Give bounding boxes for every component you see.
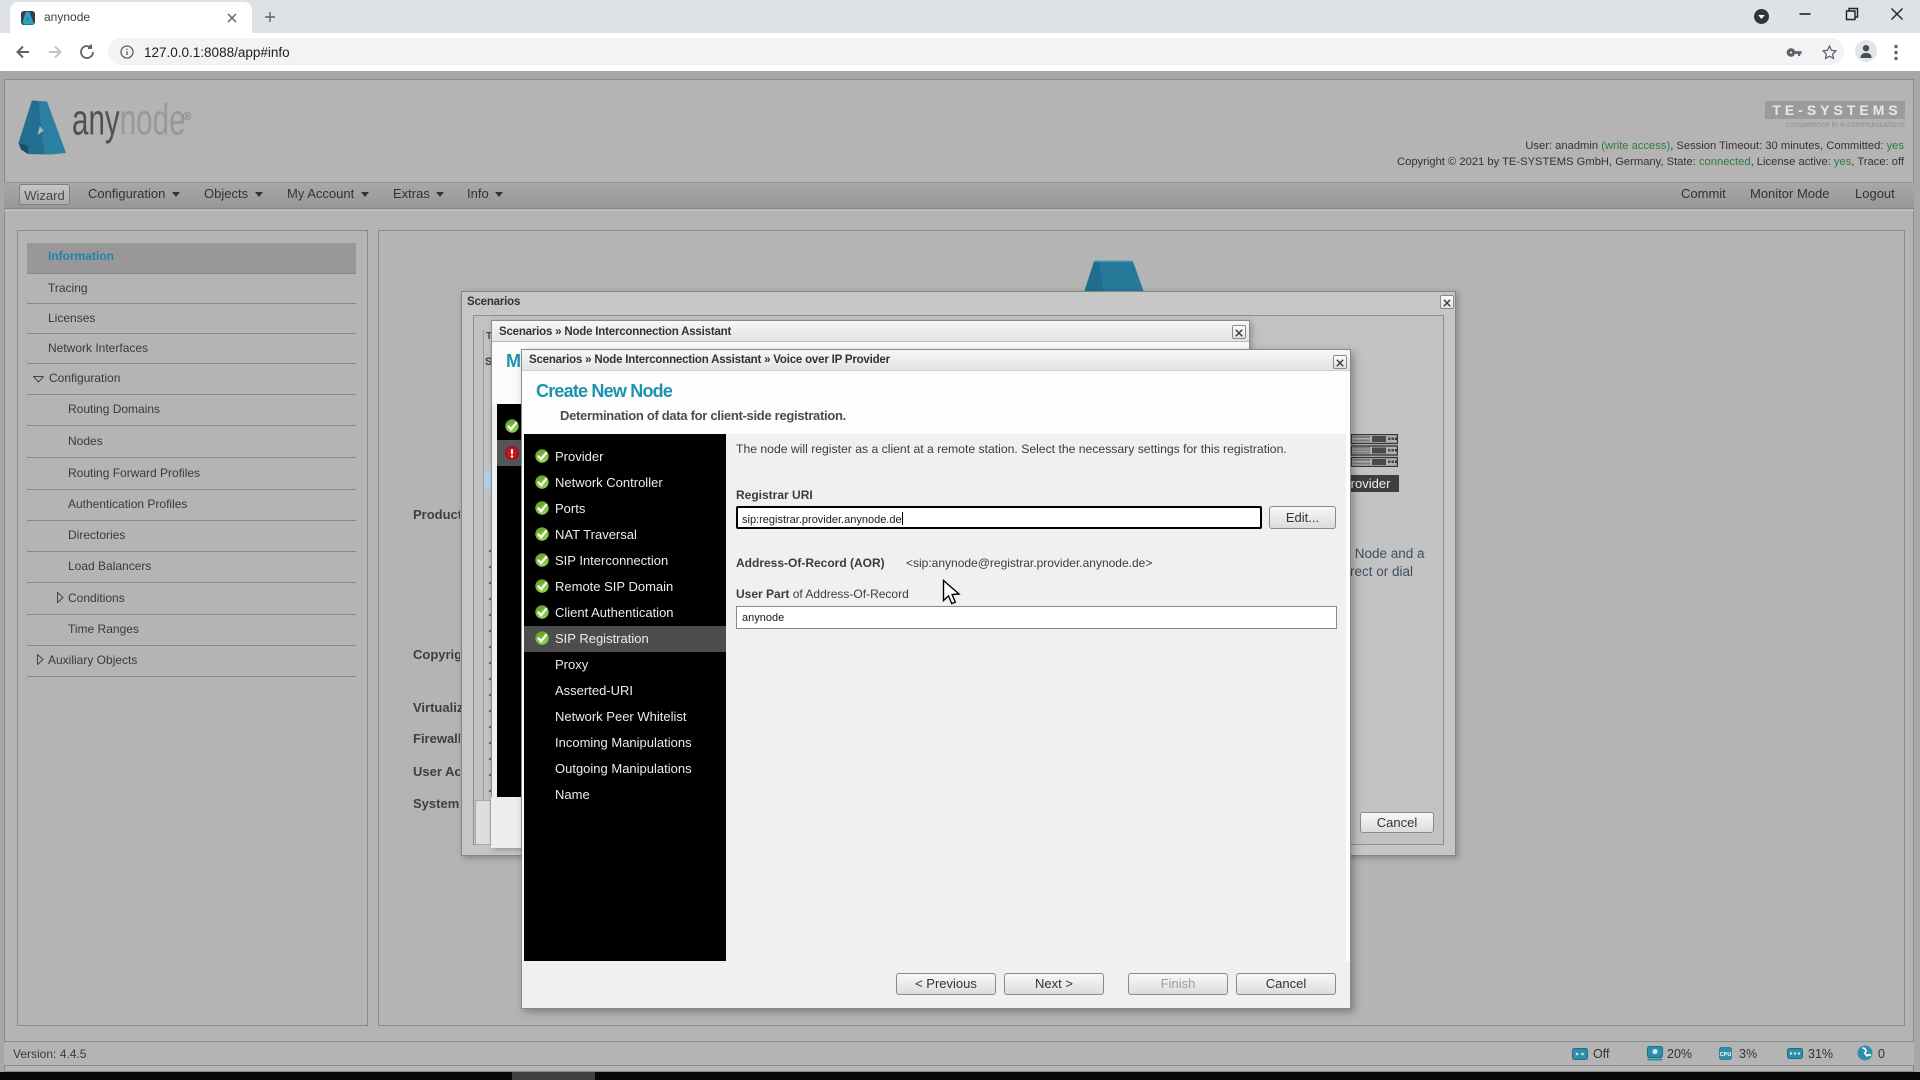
svg-text:CPU: CPU bbox=[1720, 1052, 1732, 1058]
